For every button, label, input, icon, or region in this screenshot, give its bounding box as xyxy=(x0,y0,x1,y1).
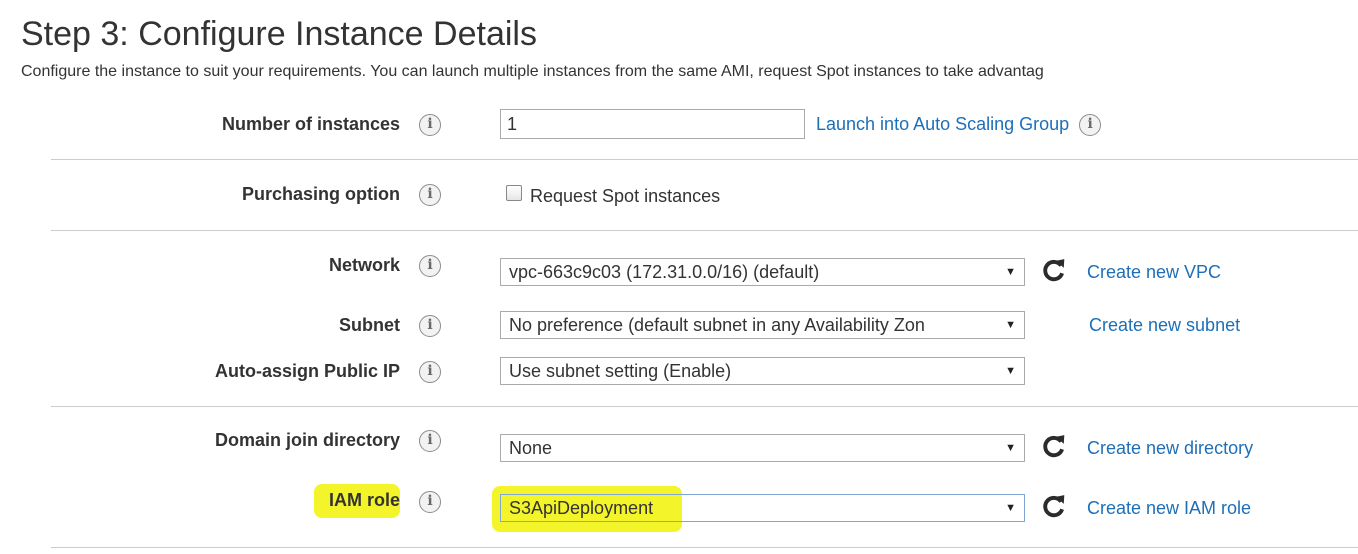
section-divider xyxy=(51,230,1358,231)
domain-join-directory-label: Domain join directory xyxy=(214,430,400,450)
info-icon[interactable]: i xyxy=(1079,114,1102,137)
info-icon[interactable]: i xyxy=(419,491,441,513)
page-subtitle: Configure the instance to suit your requ… xyxy=(21,63,1044,80)
create-new-directory-link[interactable]: Create new directory xyxy=(1087,436,1253,460)
info-icon[interactable]: i xyxy=(419,255,441,277)
auto-assign-public-ip-select[interactable]: Use subnet setting (Enable) ▼ xyxy=(500,357,1025,385)
info-icon[interactable]: i xyxy=(419,430,441,452)
refresh-icon[interactable] xyxy=(1041,257,1067,283)
domain-join-directory-select-value: None xyxy=(509,438,553,458)
create-new-subnet-link[interactable]: Create new subnet xyxy=(1089,313,1240,337)
page-title: Step 3: Configure Instance Details xyxy=(21,15,537,53)
section-divider xyxy=(51,159,1358,160)
request-spot-instances-label[interactable]: Request Spot instances xyxy=(530,184,720,208)
chevron-down-icon: ▼ xyxy=(1005,442,1016,454)
network-select-value: vpc-663c9c03 (172.31.0.0/16) (default) xyxy=(509,262,820,282)
chevron-down-icon: ▼ xyxy=(1005,502,1016,514)
iam-role-select-value: S3ApiDeployment xyxy=(509,498,654,518)
number-of-instances-label: Number of instances xyxy=(221,114,400,134)
create-new-iam-role-link[interactable]: Create new IAM role xyxy=(1087,496,1251,520)
number-of-instances-input[interactable] xyxy=(500,109,805,139)
network-select[interactable]: vpc-663c9c03 (172.31.0.0/16) (default) ▼ xyxy=(500,258,1025,286)
section-divider xyxy=(51,406,1358,407)
subnet-select[interactable]: No preference (default subnet in any Ava… xyxy=(500,311,1025,339)
chevron-down-icon: ▼ xyxy=(1005,365,1016,377)
launch-into-auto-scaling-group-link[interactable]: Launch into Auto Scaling Group i xyxy=(816,112,1102,137)
network-label: Network xyxy=(328,255,400,275)
refresh-icon[interactable] xyxy=(1041,433,1067,459)
configure-instance-page: Step 3: Configure Instance Details Confi… xyxy=(0,0,1358,554)
create-new-vpc-link[interactable]: Create new VPC xyxy=(1087,260,1221,284)
auto-assign-public-ip-select-value: Use subnet setting (Enable) xyxy=(509,361,732,381)
section-divider xyxy=(51,547,1358,548)
auto-assign-public-ip-label: Auto-assign Public IP xyxy=(214,361,400,381)
launch-into-auto-scaling-group-link-text: Launch into Auto Scaling Group xyxy=(816,114,1070,134)
iam-role-label: IAM role xyxy=(328,490,400,510)
chevron-down-icon: ▼ xyxy=(1005,266,1016,278)
iam-role-select[interactable]: S3ApiDeployment ▼ xyxy=(500,494,1025,522)
info-icon[interactable]: i xyxy=(419,361,441,383)
info-icon[interactable]: i xyxy=(419,184,441,206)
info-icon[interactable]: i xyxy=(419,114,441,136)
purchasing-option-label: Purchasing option xyxy=(241,184,400,204)
subnet-select-value: No preference (default subnet in any Ava… xyxy=(509,315,925,335)
refresh-icon[interactable] xyxy=(1041,493,1067,519)
chevron-down-icon: ▼ xyxy=(1005,319,1016,331)
subnet-label: Subnet xyxy=(339,315,400,335)
info-icon[interactable]: i xyxy=(419,315,441,337)
domain-join-directory-select[interactable]: None ▼ xyxy=(500,434,1025,462)
request-spot-instances-checkbox[interactable] xyxy=(506,185,522,201)
